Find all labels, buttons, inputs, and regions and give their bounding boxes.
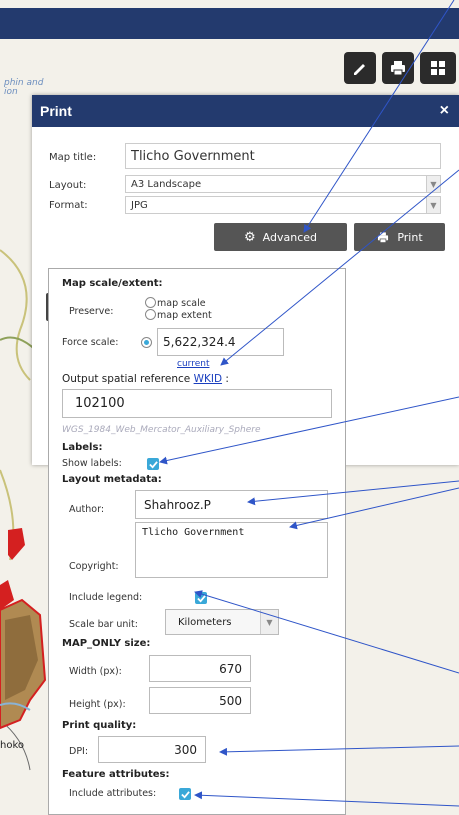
draw-button[interactable] [344,52,376,84]
radio-map-extent[interactable] [145,309,156,320]
checkmark-icon [196,594,206,603]
wkid-input[interactable]: 102100 [62,389,332,418]
copyright-textarea[interactable]: Tlicho Government [135,522,328,578]
current-scale-link[interactable]: current [177,359,209,369]
chevron-down-icon: ▼ [260,610,278,634]
basemap-button[interactable] [420,52,456,84]
map-label: hoko [0,740,25,751]
include-attributes-label: Include attributes: [69,788,157,799]
advanced-button[interactable]: ⚙ Advanced [214,223,347,251]
include-legend-label: Include legend: [69,592,143,603]
preserve-label: Preserve: [69,306,114,317]
map-title-input[interactable]: Tlicho Government [125,143,441,169]
advanced-options-popup: Map scale/extent: Preserve: map scale ma… [48,268,346,815]
radio-map-scale[interactable] [145,297,156,308]
scale-bar-unit-select[interactable]: Kilometers ▼ [165,609,279,635]
height-input[interactable]: 500 [149,687,251,714]
author-label: Author: [69,504,105,515]
gear-icon: ⚙ [244,229,256,245]
chevron-down-icon: ▼ [426,176,440,192]
wkid-link[interactable]: WKID [194,373,222,385]
include-legend-checkbox[interactable] [195,592,207,604]
scale-bar-unit-label: Scale bar unit: [69,619,138,630]
force-scale-input[interactable]: 5,622,324.4 [157,328,284,356]
grid-icon [431,61,445,75]
map-title-label: Map title: [49,152,97,163]
advanced-button-label: Advanced [262,230,317,244]
map-label: ion [4,87,18,97]
scale-bar-unit-selected: Kilometers [178,616,232,628]
print-panel-header: Print × [32,95,459,127]
width-input[interactable]: 670 [149,655,251,682]
layout-select[interactable]: A3 Landscape ▼ [125,175,441,193]
wkid-description: WGS_1984_Web_Mercator_Auxiliary_Sphere [62,425,261,435]
copyright-label: Copyright: [69,561,119,572]
layout-label: Layout: [49,180,87,191]
scale-section-title: Map scale/extent: [62,278,163,289]
checkmark-icon [180,790,190,799]
feature-section-title: Feature attributes: [62,769,170,780]
metadata-section-title: Layout metadata: [62,474,162,485]
radio-map-extent-label: map extent [157,310,212,321]
radio-map-scale-label: map scale [157,298,206,309]
print-tool-button[interactable] [382,52,414,84]
panel-title: Print [40,103,72,119]
height-label: Height (px): [69,699,126,710]
layout-selected: A3 Landscape [131,178,202,190]
show-labels-checkbox[interactable] [147,458,159,470]
author-input[interactable]: Shahrooz.P [135,490,328,519]
format-select[interactable]: JPG ▼ [125,196,441,214]
printer-icon [378,231,389,243]
print-button-label: Print [397,230,423,244]
maponly-section-title: MAP_ONLY size: [62,638,151,649]
format-label: Format: [49,200,88,211]
pencil-icon [354,64,365,75]
quality-section-title: Print quality: [62,720,137,731]
show-labels-label: Show labels: [62,458,122,469]
width-label: Width (px): [69,666,122,677]
app-header-bar [0,8,459,39]
radio-force-scale[interactable] [141,337,152,348]
dpi-label: DPI: [69,746,89,757]
labels-section-title: Labels: [62,442,103,453]
chevron-down-icon: ▼ [426,197,440,213]
close-icon[interactable]: × [440,95,449,127]
force-scale-label: Force scale: [62,337,119,348]
checkmark-icon [148,460,158,469]
format-selected: JPG [131,199,148,211]
include-attributes-checkbox[interactable] [179,788,191,800]
dpi-input[interactable]: 300 [98,736,206,763]
printer-icon [391,61,405,76]
print-button[interactable]: Print [354,223,445,251]
osr-label: Output spatial reference WKID : [62,373,229,385]
